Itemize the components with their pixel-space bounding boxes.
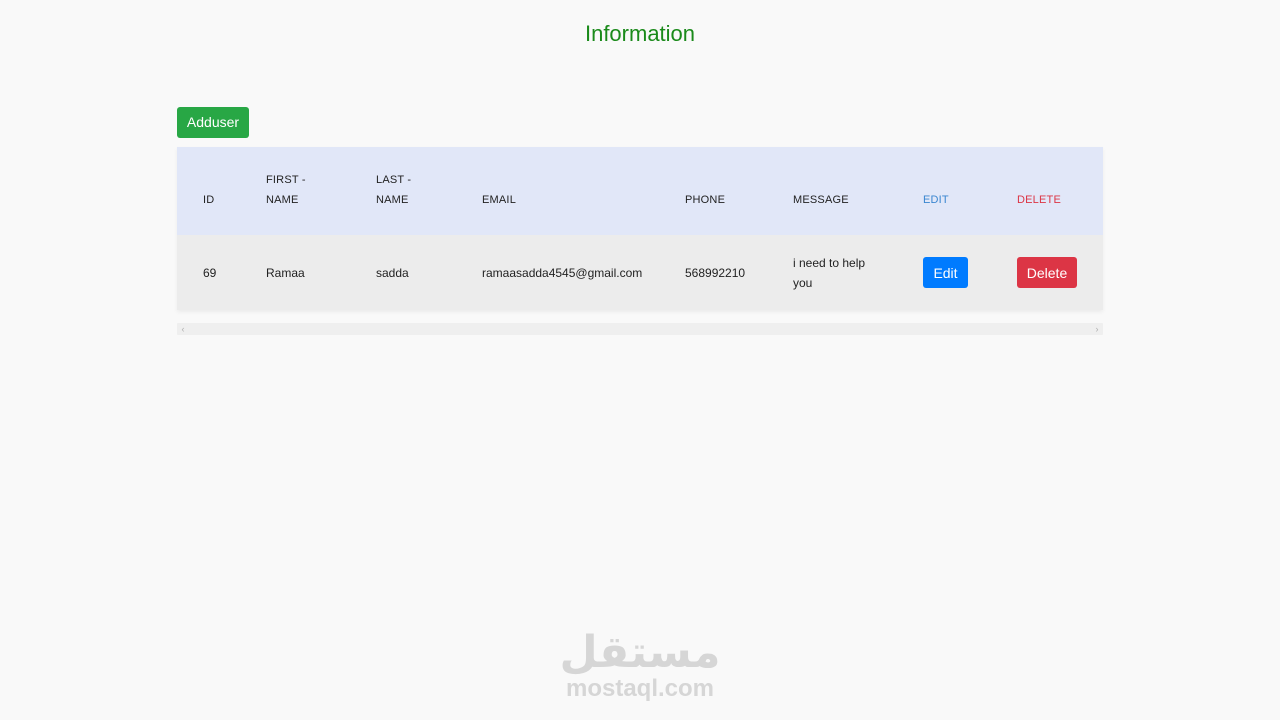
edit-button[interactable]: Edit <box>923 257 968 288</box>
header-phone: PHONE <box>685 194 726 206</box>
add-user-button[interactable]: Adduser <box>177 107 249 138</box>
cell-edit: Edit <box>923 235 968 310</box>
header-last-name: LAST - NAME <box>376 147 436 235</box>
cell-delete: Delete <box>1017 235 1077 310</box>
cell-message: i need to help you <box>793 255 866 290</box>
horizontal-scrollbar[interactable]: ‹ › <box>177 323 1103 335</box>
scroll-left-icon[interactable]: ‹ <box>178 323 188 335</box>
table-header-row: ID FIRST - NAME LAST - NAME EMAIL PHONE … <box>177 147 1103 235</box>
header-first-name-line1: FIRST - <box>266 174 306 186</box>
header-edit: EDIT <box>923 194 949 206</box>
users-table: ID FIRST - NAME LAST - NAME EMAIL PHONE … <box>177 147 1103 310</box>
header-last-name-line1: LAST - <box>376 174 412 186</box>
cell-first-name: Ramaa <box>266 265 305 280</box>
header-message: MESSAGE <box>793 194 849 206</box>
table-row: 69 Ramaa sadda ramaasadda4545@gmail.com … <box>177 235 1103 310</box>
watermark-logo: مستقل mostaql.com <box>540 626 740 702</box>
watermark-logo-text: مستقل <box>559 627 721 678</box>
cell-id: 69 <box>203 265 217 280</box>
header-delete: DELETE <box>1017 194 1061 206</box>
header-email: EMAIL <box>482 194 517 206</box>
page-title: Information <box>584 21 696 46</box>
header-first-name: FIRST - NAME <box>266 147 326 235</box>
delete-button[interactable]: Delete <box>1017 257 1077 288</box>
cell-phone: 568992210 <box>685 265 746 280</box>
header-id: ID <box>203 194 215 206</box>
page: Information Adduser ID FIRST - NAME LAST… <box>0 0 1280 720</box>
header-first-name-line2: NAME <box>266 194 299 206</box>
header-last-name-line2: NAME <box>376 194 409 206</box>
cell-email: ramaasadda4545@gmail.com <box>482 265 643 280</box>
cell-last-name: sadda <box>376 265 409 280</box>
scroll-right-icon[interactable]: › <box>1092 323 1102 335</box>
watermark-domain: mostaql.com <box>565 675 715 702</box>
